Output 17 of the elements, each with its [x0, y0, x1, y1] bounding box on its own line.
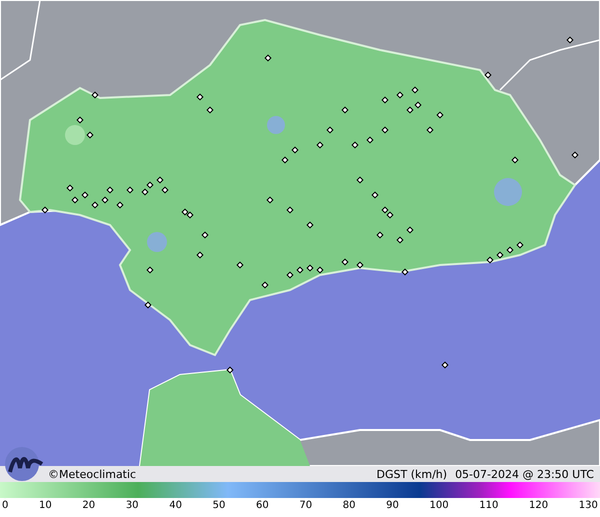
scale-tick-label: 120 [529, 501, 548, 511]
scale-tick-label: 100 [430, 501, 449, 511]
scale-tick-label: 110 [479, 501, 498, 511]
scale-tick-label: 0 [2, 501, 8, 511]
credit-text: ©Meteoclimatic [48, 468, 136, 480]
scale-tick-label: 70 [299, 501, 312, 511]
scale-tick-label: 20 [82, 501, 96, 511]
scale-tick-label: 130 [578, 501, 598, 511]
scale-tick-label: 40 [169, 501, 182, 511]
timestamp-label: 05-07-2024 @ 23:50 UTC [455, 468, 594, 480]
scale-tick-label: 50 [212, 501, 226, 511]
scale-tick-label: 10 [39, 501, 52, 511]
scale-tick-label: 80 [342, 501, 356, 511]
scale-tick-label: 30 [126, 501, 139, 511]
scale-tick-label: 60 [256, 501, 269, 511]
variable-label: DGST (km/h) [376, 468, 448, 480]
scale-tick-label: 90 [386, 501, 399, 511]
